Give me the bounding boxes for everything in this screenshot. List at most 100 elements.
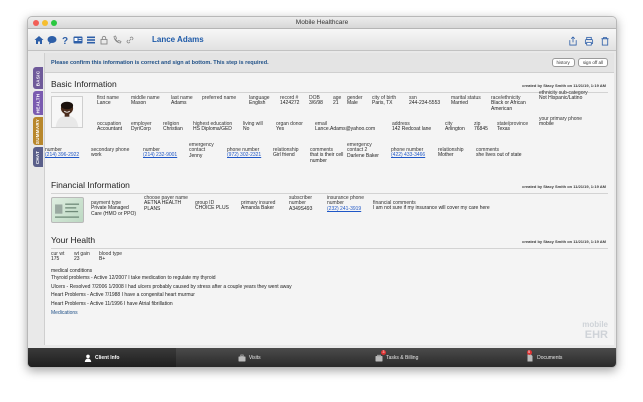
side-tab-chat[interactable]: CHAT [33,147,43,167]
condition-row: Heart Problems - Active 11/1996 I have A… [51,300,173,307]
field-secondary-number: number (214) 232-9001 [143,147,178,159]
field-insurance-phone: insurance phone number (232) 241-3919 [327,195,364,212]
field-preferred-name: preferred name [202,95,237,101]
tasks-badge: 3 [381,350,386,355]
help-icon[interactable]: ? [60,35,70,45]
field-emergency-comments: comments that is their cell number [310,147,344,164]
health-created-by: created by Stacy Smith on 11/21/19, 1:19… [522,239,606,244]
basic-info-section: Basic Information created by Stacy Smith… [45,79,614,89]
window-controls [33,20,57,26]
svg-text:?: ? [62,36,68,45]
side-tab-health[interactable]: HEALTH [33,91,43,115]
side-tab-basic[interactable]: BASIC [33,67,43,89]
notice-text: Please confirm this information is corre… [51,59,269,66]
medications-label[interactable]: Medications [51,310,614,316]
field-highest-education: highest education HS Diploma/GED [193,121,233,133]
nav-client-info[interactable]: Client Info [28,348,176,367]
field-financial-comments: financial comments I am not sure if my in… [373,200,490,212]
field-address: address 142 Redcoat lane [392,121,432,133]
home-icon[interactable] [34,35,44,45]
toolbar: ? Lance Adams [28,29,616,51]
share-icon[interactable] [567,35,578,46]
field-primary-phone-type: your primary phone mobile [539,116,583,128]
zoom-window-button[interactable] [51,20,57,26]
divider [51,248,608,249]
field-ssn: ssn 244-234-5553 [409,95,441,107]
field-weight-gain: wt gain 23 [74,251,90,263]
field-secondary-phone: secondary phone work [91,147,130,159]
close-window-button[interactable] [33,20,39,26]
field-city: city Arlington [445,121,465,133]
condition-row: Heart Problems - Active 7/1988 I have a … [51,292,195,298]
financial-created-by: created by Stacy Smith on 11/21/19, 1:19… [522,184,606,189]
documents-badge: 5 [526,350,532,355]
field-middle-name: middle name Mason [131,95,160,107]
field-emergency-phone: phone number (972) 302-2321 [227,147,262,159]
confirmation-notice: Please confirm this information is corre… [45,53,614,73]
window-title: Mobile Healthcare [295,19,349,26]
chat-icon[interactable] [47,35,57,45]
vitals-grid: cur wt 175 wt gain 23 blood type B+ [45,251,614,268]
sign-off-all-button[interactable]: sign off all [577,58,608,67]
print-icon[interactable] [583,35,594,46]
minimize-window-button[interactable] [42,20,48,26]
nav-tasks-billing[interactable]: 3 Tasks & Billing [323,348,471,367]
financial-grid: payment type Private Managed Care (HMO or… [45,195,614,229]
side-tab-summary[interactable]: SUMMARY [33,117,43,145]
field-emergency-contact-2: emergency contact 2 Darlene Baker [347,142,379,159]
mobile-ehr-watermark: mobile EHR [582,320,608,341]
trash-icon[interactable] [599,35,610,46]
link-icon[interactable] [125,35,135,45]
field-language: language English [249,95,270,107]
field-primary-number: number (214) 396-2922 [45,147,80,159]
basic-created-by: created by Stacy Smith on 11/21/19, 1:19… [522,83,606,88]
field-first-name: first name Lance [97,95,119,107]
patient-photo[interactable] [51,96,83,128]
phone-icon[interactable] [112,35,122,45]
id-card-icon[interactable] [73,35,83,45]
field-organ-donor: organ donor Yes [276,121,303,133]
field-city-of-birth: city of birth Paris, TX [372,95,397,107]
condition-row: Ulcers - Resolved 7/2006 1/2008 I had ul… [51,283,292,290]
field-ethnicity-subcategory: ethnicity sub-category Not Hispanic/Latin… [539,90,588,102]
field-emergency-comments-2: comments she lives out of state [476,147,522,159]
field-living-will: living will No [243,121,263,133]
title-bar: Mobile Healthcare [28,17,616,29]
field-occupation: occupation Accountant [97,121,123,133]
condition-row: Thyroid problems - Active 12/2007 I take… [51,275,216,281]
field-record-number: record #1424272 [280,95,300,107]
financial-section: Financial Information created by Stacy S… [45,180,614,190]
patient-name: Lance Adams [152,35,204,44]
side-tabs: BASIC HEALTH SUMMARY CHAT [33,67,43,169]
history-button[interactable]: history [551,58,575,67]
briefcase-icon [238,354,246,361]
field-last-name: last name Adams [171,95,193,107]
list-icon[interactable] [86,35,96,45]
field-emergency-relationship: relationship Girl friend [273,147,299,159]
divider [51,92,608,93]
field-emergency-contact: emergency contact Jenny [189,142,214,159]
field-dob: DOB 3/6/98 [309,95,323,107]
insurance-card-image[interactable] [51,197,84,223]
field-blood-type: blood type B+ [99,251,123,263]
basic-info-grid: first name Lance middle name Mason last na… [45,90,614,174]
app-window: Mobile Healthcare ? Lance Adams BASIC HE… [27,16,617,368]
bottom-nav: Client Info Visits 3 Tasks & Billing 5 D… [28,348,617,367]
field-emergency-phone-2: phone number (422) 433-3466 [391,147,426,159]
nav-visits[interactable]: Visits [176,348,324,367]
field-current-weight: cur wt 175 [51,251,65,263]
health-section: Your Health created by Stacy Smith on 11… [45,235,614,245]
field-employer: employer DyriCorp [131,121,152,133]
field-race-ethnicity: race/ethnicity Black or African American [491,95,526,112]
field-state: state/province Texas [497,121,529,133]
field-primary-insured: primary insured Amanda Baker [241,200,276,212]
toolbar-actions [567,35,610,46]
field-gender: gender Male [347,95,363,107]
main-content: Please confirm this information is corre… [44,53,614,345]
divider [51,193,608,194]
field-email: email Lance.Adams@yahoo.com [315,121,376,133]
person-icon [84,354,92,362]
nav-documents[interactable]: 5 Documents [471,348,617,367]
medical-conditions: medical conditions Thyroid problems - Ac… [45,268,614,316]
lock-icon[interactable] [99,35,109,45]
